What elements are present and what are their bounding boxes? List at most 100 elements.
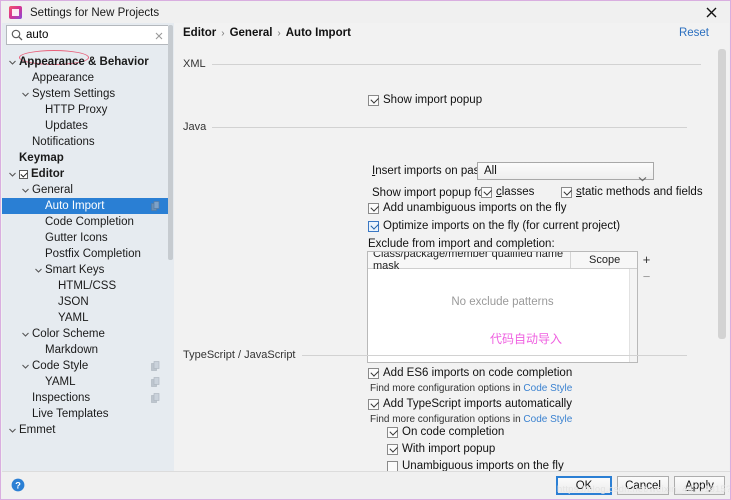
chevron-down-icon[interactable]	[21, 362, 30, 371]
section-title-java: Java	[183, 121, 207, 133]
arrow-placeholder	[34, 218, 43, 227]
checkbox-add-unambiguous-imports-on-the-fly[interactable]: Add unambiguous imports on the fly	[368, 202, 566, 214]
main-scrollbar-track[interactable]	[717, 23, 729, 473]
checkbox-optimize-imports-on-the-fly[interactable]: Optimize imports on the fly (for current…	[368, 220, 620, 232]
checkbox-box	[481, 186, 492, 198]
checkbox-add-es6-imports-on-code-completion[interactable]: Add ES6 imports on code completion	[368, 367, 572, 379]
arrow-placeholder	[21, 394, 30, 403]
sidebar-item-color-scheme[interactable]: Color Scheme	[2, 326, 168, 342]
close-icon[interactable]	[691, 2, 730, 23]
checkbox-classes[interactable]: classes	[481, 186, 534, 198]
sidebar-item-checkbox[interactable]	[19, 169, 28, 179]
chevron-down-icon[interactable]	[21, 330, 30, 339]
select-insert-imports-on-paste[interactable]: All	[477, 162, 654, 182]
sidebar-item-markdown[interactable]: Markdown	[2, 342, 168, 358]
arrow-placeholder	[34, 250, 43, 259]
clear-icon[interactable]	[153, 29, 165, 41]
table-column-header-mask[interactable]: Class/package/member qualified name mask	[368, 252, 571, 272]
section-title-xml: XML	[183, 58, 206, 70]
checkbox-static-methods-and-fields[interactable]: static methods and fields	[561, 186, 703, 198]
sidebar-item-code-style[interactable]: Code Style	[2, 358, 168, 374]
chevron-down-icon[interactable]	[8, 170, 17, 179]
checkbox-box	[368, 367, 379, 379]
arrow-placeholder	[21, 74, 30, 83]
arrow-placeholder	[34, 106, 43, 115]
chevron-down-icon[interactable]	[8, 58, 17, 67]
help-icon[interactable]: ?	[11, 478, 25, 492]
label-exclude-from-import-and-completion: Exclude from import and completion:	[368, 238, 555, 250]
window-title: Settings for New Projects	[30, 6, 160, 19]
sidebar-item-label: Editor	[31, 168, 65, 180]
label-insert-imports-on-paste: Insert imports on paste:	[372, 165, 492, 177]
chevron-down-icon[interactable]	[8, 426, 17, 435]
sidebar-item-label: Keymap	[19, 152, 64, 164]
sidebar-item-label: Emmet	[19, 424, 56, 436]
search-field[interactable]	[6, 25, 170, 45]
sidebar-item-yaml[interactable]: YAML	[2, 310, 168, 326]
sidebar-item-live-templates[interactable]: Live Templates	[2, 406, 168, 422]
add-exclude-pattern-button[interactable]: +	[638, 251, 655, 268]
arrow-placeholder	[34, 202, 43, 211]
checkbox-with-import-popup[interactable]: With import popup	[387, 443, 495, 455]
sidebar-item-html-css[interactable]: HTML/CSS	[2, 278, 168, 294]
chevron-down-icon[interactable]	[21, 186, 30, 195]
sidebar-item-appearance-behavior[interactable]: Appearance & Behavior	[2, 54, 168, 70]
checkbox-add-typescript-imports-automatically[interactable]: Add TypeScript imports automatically	[368, 398, 572, 410]
cancel-button[interactable]: Cancel	[617, 476, 669, 495]
sidebar-item-appearance[interactable]: Appearance	[2, 70, 168, 86]
sidebar-item-system-settings[interactable]: System Settings	[2, 86, 168, 102]
sidebar-item-postfix-completion[interactable]: Postfix Completion	[2, 246, 168, 262]
sidebar-item-label: Appearance	[32, 72, 95, 84]
section-header-typescript-javascript: TypeScript / JavaScript	[183, 347, 687, 363]
sidebar-item-json[interactable]: JSON	[2, 294, 168, 310]
sidebar-item-editor[interactable]: Editor	[2, 166, 168, 182]
ok-button[interactable]: OK	[556, 476, 612, 495]
sidebar-item-notifications[interactable]: Notifications	[2, 134, 168, 150]
sidebar-item-general[interactable]: General	[2, 182, 168, 198]
sidebar-item-emmet[interactable]: Emmet	[2, 422, 168, 438]
sidebar-item-keymap[interactable]: Keymap	[2, 150, 168, 166]
sidebar-item-label: Gutter Icons	[45, 232, 108, 244]
sidebar-scrollbar-thumb[interactable]	[168, 25, 173, 260]
sidebar-item-label: System Settings	[32, 88, 116, 100]
sidebar-item-label: YAML	[45, 376, 76, 388]
settings-tree: Appearance & Behavior Appearance System Se…	[2, 49, 168, 473]
main-scrollbar-thumb[interactable]	[718, 49, 726, 339]
remove-exclude-pattern-button[interactable]: −	[638, 268, 655, 285]
reset-link[interactable]: Reset	[679, 27, 709, 39]
select-value: All	[484, 165, 497, 177]
sidebar-item-label: Appearance & Behavior	[19, 56, 149, 68]
sidebar-item-http-proxy[interactable]: HTTP Proxy	[2, 102, 168, 118]
checkbox-show-import-popup[interactable]: Show import popup	[368, 94, 482, 106]
breadcrumb-item-general[interactable]: General	[230, 27, 273, 39]
sidebar-item-yaml[interactable]: YAML	[2, 374, 168, 390]
section-divider	[212, 126, 687, 128]
chevron-down-icon[interactable]	[34, 266, 43, 275]
checkbox-label: Add ES6 imports on code completion	[383, 367, 573, 379]
hint-text: Find more configuration options in	[370, 383, 524, 394]
code-style-link[interactable]: Code Style	[523, 383, 572, 394]
dialog-footer: ? OK Cancel Apply	[2, 471, 730, 498]
sidebar-item-inspections[interactable]: Inspections	[2, 390, 168, 406]
checkbox-box	[368, 202, 379, 214]
sidebar-item-code-completion[interactable]: Code Completion	[2, 214, 168, 230]
sidebar-item-updates[interactable]: Updates	[2, 118, 168, 134]
sidebar-item-label: Smart Keys	[45, 264, 105, 276]
sidebar-item-smart-keys[interactable]: Smart Keys	[2, 262, 168, 278]
sidebar-item-gutter-icons[interactable]: Gutter Icons	[2, 230, 168, 246]
sidebar-item-auto-import[interactable]: Auto Import	[2, 198, 168, 214]
breadcrumb-item-auto-import: Auto Import	[285, 27, 351, 39]
breadcrumb-item-editor[interactable]: Editor	[183, 27, 216, 39]
section-header-xml: XML	[183, 56, 701, 72]
sidebar-item-label: General	[32, 184, 73, 196]
sidebar-item-label: Notifications	[32, 136, 95, 148]
hint-code-style-1: Find more configuration options in Code …	[370, 383, 572, 394]
search-input[interactable]	[26, 29, 144, 41]
code-style-link[interactable]: Code Style	[523, 414, 572, 425]
chevron-down-icon[interactable]	[21, 90, 30, 99]
apply-button[interactable]: Apply	[674, 476, 725, 495]
table-column-header-scope[interactable]: Scope	[571, 252, 637, 268]
label-show-import-popup-for: Show import popup for:	[372, 187, 491, 199]
checkbox-on-code-completion[interactable]: On code completion	[387, 426, 504, 438]
checkbox-box	[368, 398, 379, 410]
